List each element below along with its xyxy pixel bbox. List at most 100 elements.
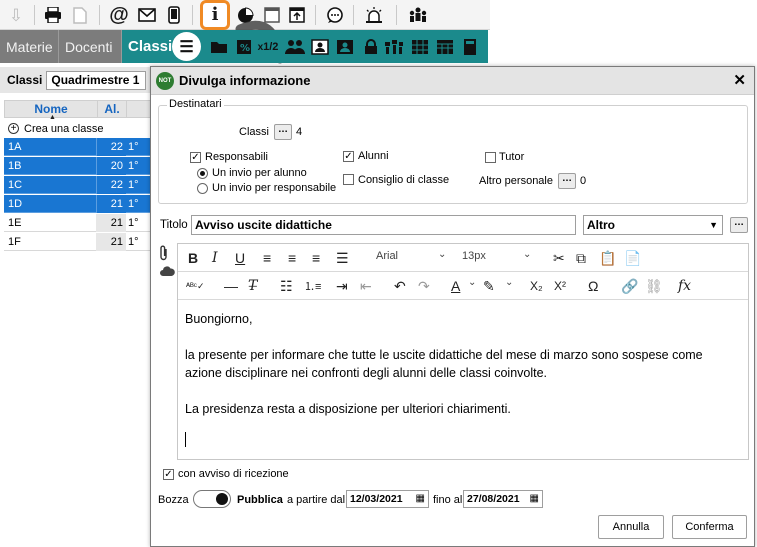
responsabili-checkbox[interactable]: ✓	[190, 152, 201, 163]
cloud-icon[interactable]	[159, 264, 175, 280]
numbered-list-icon[interactable]: ⒈≡	[304, 276, 321, 296]
group-icon[interactable]	[284, 36, 306, 58]
print-icon[interactable]	[40, 2, 66, 28]
underline-icon[interactable]: U	[235, 248, 245, 268]
column-header-al[interactable]: Al.	[97, 101, 127, 117]
responsabili-label: Responsabili	[205, 151, 268, 163]
formula-icon[interactable]: fx	[678, 276, 691, 296]
email-at-icon[interactable]: @	[106, 2, 132, 28]
tab-classi[interactable]: Classi	[122, 30, 172, 63]
to-date-input[interactable]: 27/08/2021 ▦	[463, 490, 543, 508]
spellcheck-icon[interactable]: ᴬᴮᶜ✓	[186, 276, 205, 296]
outdent-icon[interactable]: ⇤	[360, 276, 372, 296]
alunni-checkbox[interactable]: ✓	[343, 151, 354, 162]
folder-icon[interactable]	[208, 36, 230, 58]
consiglio-checkbox[interactable]	[343, 174, 354, 185]
align-left-icon[interactable]: ≡	[263, 248, 271, 268]
font-size-select[interactable]: 13px	[462, 250, 486, 262]
undo-icon[interactable]: ↶	[394, 276, 406, 296]
per-responsible-radio[interactable]	[197, 183, 208, 194]
category-select[interactable]: Altro ▼	[583, 215, 723, 235]
font-family-select[interactable]: Arial	[376, 250, 398, 262]
calendar-icon[interactable]: ▦	[416, 491, 425, 507]
classi-label: Classi	[7, 73, 43, 87]
highlight-icon[interactable]: ✎	[483, 276, 495, 296]
italic-icon[interactable]: I	[212, 248, 218, 268]
people-group-icon[interactable]	[383, 36, 405, 58]
toolbar-separator	[34, 5, 35, 25]
create-class-row[interactable]: + Crea una classe	[4, 119, 152, 138]
download-icon[interactable]: ⇩	[3, 2, 29, 28]
grid-icon[interactable]	[409, 36, 431, 58]
cancel-button[interactable]: Annulla	[598, 515, 664, 539]
clear-format-icon[interactable]: T̶	[248, 276, 257, 296]
special-char-icon[interactable]: Ω	[588, 276, 598, 296]
unlink-icon[interactable]: ⛓	[645, 276, 663, 296]
table-row[interactable]: 1D 21 1°	[4, 195, 152, 213]
to-label: fino al	[433, 494, 463, 506]
editor-body[interactable]: Buongiorno, la presente per informare ch…	[178, 302, 748, 459]
tab-docenti[interactable]: Docenti	[59, 30, 122, 63]
align-right-icon[interactable]: ≡	[312, 248, 320, 268]
timetable-fraction-icon[interactable]: x 1/2	[257, 36, 279, 58]
copy-icon[interactable]: ⧉	[576, 248, 586, 268]
period-selector-row: Classi Quadrimestre 1	[0, 67, 152, 93]
percent-grid-icon[interactable]: %	[233, 36, 255, 58]
redo-icon[interactable]: ↷	[418, 276, 430, 296]
notebook-icon[interactable]	[459, 36, 481, 58]
classi-picker-button[interactable]: …	[274, 124, 292, 140]
mobile-icon[interactable]	[161, 2, 187, 28]
lock-icon[interactable]	[360, 36, 382, 58]
tutor-checkbox[interactable]	[485, 152, 496, 163]
chevron-down-icon: ▼	[709, 220, 718, 230]
close-icon[interactable]: ✕	[733, 71, 746, 89]
bullet-list-icon[interactable]: ☷	[280, 276, 293, 296]
people-icon[interactable]	[405, 2, 431, 28]
id-card-icon[interactable]	[309, 36, 331, 58]
draft-label: Bozza	[158, 494, 189, 506]
table-row[interactable]: 1E 21 1°	[4, 214, 152, 232]
receipt-label: con avviso di ricezione	[178, 468, 289, 480]
horizontal-line-icon[interactable]: —	[224, 276, 238, 296]
chat-icon[interactable]	[322, 2, 348, 28]
list-view-icon[interactable]: ☰	[172, 32, 201, 61]
per-student-radio[interactable]	[197, 168, 208, 179]
alarm-icon[interactable]	[361, 2, 387, 28]
table-row[interactable]: 1A 22 1°	[4, 138, 152, 156]
confirm-button[interactable]: Conferma	[672, 515, 747, 539]
document-icon[interactable]	[67, 2, 93, 28]
table-row[interactable]: 1B 20 1°	[4, 157, 152, 175]
receipt-checkbox[interactable]: ✓	[163, 469, 174, 480]
calendar-grid-icon[interactable]	[434, 36, 456, 58]
classi-recipient-label: Classi	[239, 126, 269, 138]
class-list-panel: Classi Quadrimestre 1 Nome ▲ Al. + Crea …	[0, 63, 152, 547]
align-justify-icon[interactable]: ☰	[336, 248, 349, 268]
category-more-button[interactable]: …	[730, 217, 748, 233]
bold-icon[interactable]: B	[188, 248, 198, 268]
paste-text-icon[interactable]: 📄	[624, 248, 641, 268]
subscript-icon[interactable]: X₂	[530, 276, 543, 296]
envelope-icon[interactable]	[134, 2, 160, 28]
info-icon[interactable]: i	[200, 0, 230, 30]
from-date-input[interactable]: 12/03/2021 ▦	[346, 490, 429, 508]
indent-icon[interactable]: ⇥	[336, 276, 348, 296]
table-row[interactable]: 1C 22 1°	[4, 176, 152, 194]
table-row[interactable]: 1F 21 1°	[4, 233, 152, 251]
user-card-icon[interactable]	[334, 36, 356, 58]
tab-materie[interactable]: Materie	[0, 30, 59, 63]
paperclip-icon[interactable]	[159, 245, 169, 264]
cut-icon[interactable]: ✂	[553, 248, 565, 268]
publish-toggle[interactable]	[193, 490, 231, 508]
align-center-icon[interactable]: ≡	[288, 248, 296, 268]
link-icon[interactable]: 🔗	[621, 276, 638, 296]
toolbar-separator	[315, 5, 316, 25]
titolo-label: Titolo	[160, 219, 188, 231]
superscript-icon[interactable]: X²	[554, 276, 566, 296]
calendar-icon[interactable]: ▦	[530, 491, 539, 507]
titolo-input[interactable]: Avviso uscite didattiche	[191, 215, 576, 235]
altro-personale-picker-button[interactable]: …	[558, 173, 576, 189]
svg-text:%: %	[240, 43, 250, 54]
text-color-icon[interactable]: A	[451, 276, 460, 296]
paste-icon[interactable]: 📋	[599, 248, 616, 268]
period-select[interactable]: Quadrimestre 1	[46, 70, 147, 90]
